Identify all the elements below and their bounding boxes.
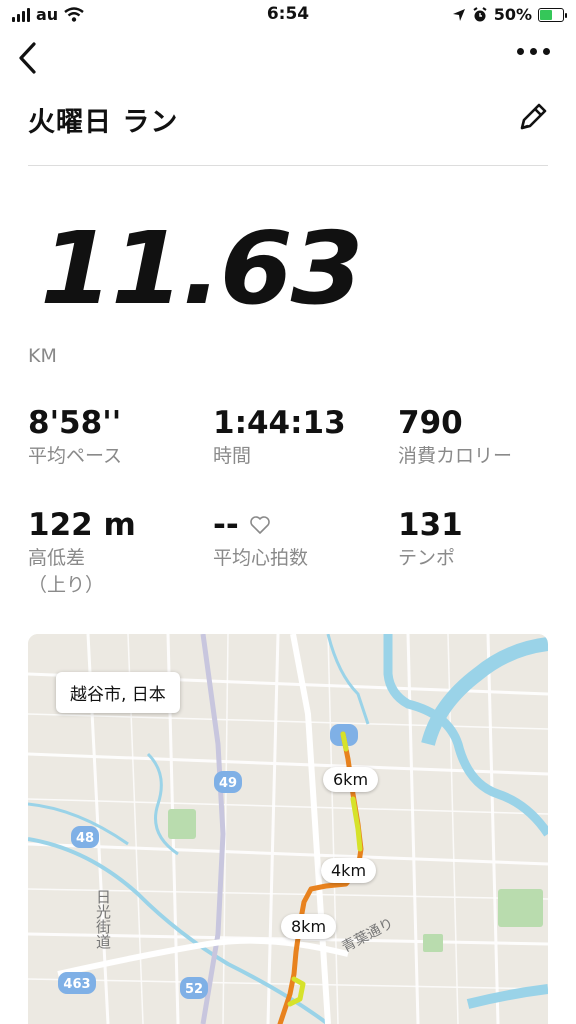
road-badge: 48: [71, 826, 99, 848]
stat-value: 131: [398, 507, 463, 543]
alarm-icon: [473, 6, 487, 21]
stat-value: 1:44:13: [213, 405, 346, 441]
stat-value: 122 m: [28, 507, 136, 543]
stat-pace: 8'58'' 平均ペース: [28, 405, 122, 470]
stat-heart-rate: -- 平均心拍数: [213, 507, 308, 572]
road-label: 52: [185, 982, 203, 997]
status-right: 50%: [452, 5, 567, 24]
road-label: 48: [76, 831, 94, 846]
stat-value: 790: [398, 405, 463, 441]
distance-marker: 4km: [321, 858, 377, 883]
status-bar: au 6:54 50%: [0, 0, 576, 30]
back-button[interactable]: [14, 40, 44, 76]
stat-value: --: [213, 507, 239, 543]
stat-label: 消費カロリー: [398, 445, 513, 467]
road-label: 49: [219, 776, 237, 791]
street-label: 日光街道: [94, 889, 112, 949]
stat-label: 高低差: [28, 547, 86, 569]
stat-value: 8'58'': [28, 405, 122, 441]
stat-label: テンポ: [398, 547, 456, 569]
road-badge: 463: [58, 972, 96, 994]
location-arrow-icon: [452, 8, 465, 21]
stat-label: 平均心拍数: [213, 547, 309, 569]
stat-label-sub: （上り）: [28, 574, 105, 596]
more-options-button[interactable]: [517, 48, 550, 55]
road-label: 463: [63, 977, 90, 992]
road-badge: 52: [180, 977, 208, 999]
stat-cadence: 131 テンポ: [398, 507, 463, 572]
stat-calories: 790 消費カロリー: [398, 405, 512, 470]
stat-label: 時間: [213, 445, 252, 467]
battery-percent: 50%: [493, 5, 532, 24]
road-badge: 49: [214, 771, 242, 793]
battery-icon: [538, 7, 567, 22]
distance-marker: 8km: [281, 914, 337, 939]
divider: [28, 165, 548, 166]
route-map[interactable]: 49 48 463 52 日光街道 青葉通り 越谷市, 日本 6km 4km 8…: [28, 634, 548, 1024]
stat-label: 平均ペース: [28, 445, 123, 467]
distance-value: 11.63: [40, 210, 364, 327]
navigation-bar: [0, 38, 576, 78]
stat-duration: 1:44:13 時間: [213, 405, 346, 470]
distance-unit: KM: [28, 345, 57, 367]
edit-icon[interactable]: [516, 100, 550, 134]
heart-icon: [249, 516, 270, 534]
activity-title: 火曜日 ラン: [28, 107, 179, 138]
distance-marker: 6km: [323, 767, 379, 792]
stat-elevation: 122 m 高低差 （上り）: [28, 507, 136, 599]
map-location-label: 越谷市, 日本: [56, 672, 180, 713]
